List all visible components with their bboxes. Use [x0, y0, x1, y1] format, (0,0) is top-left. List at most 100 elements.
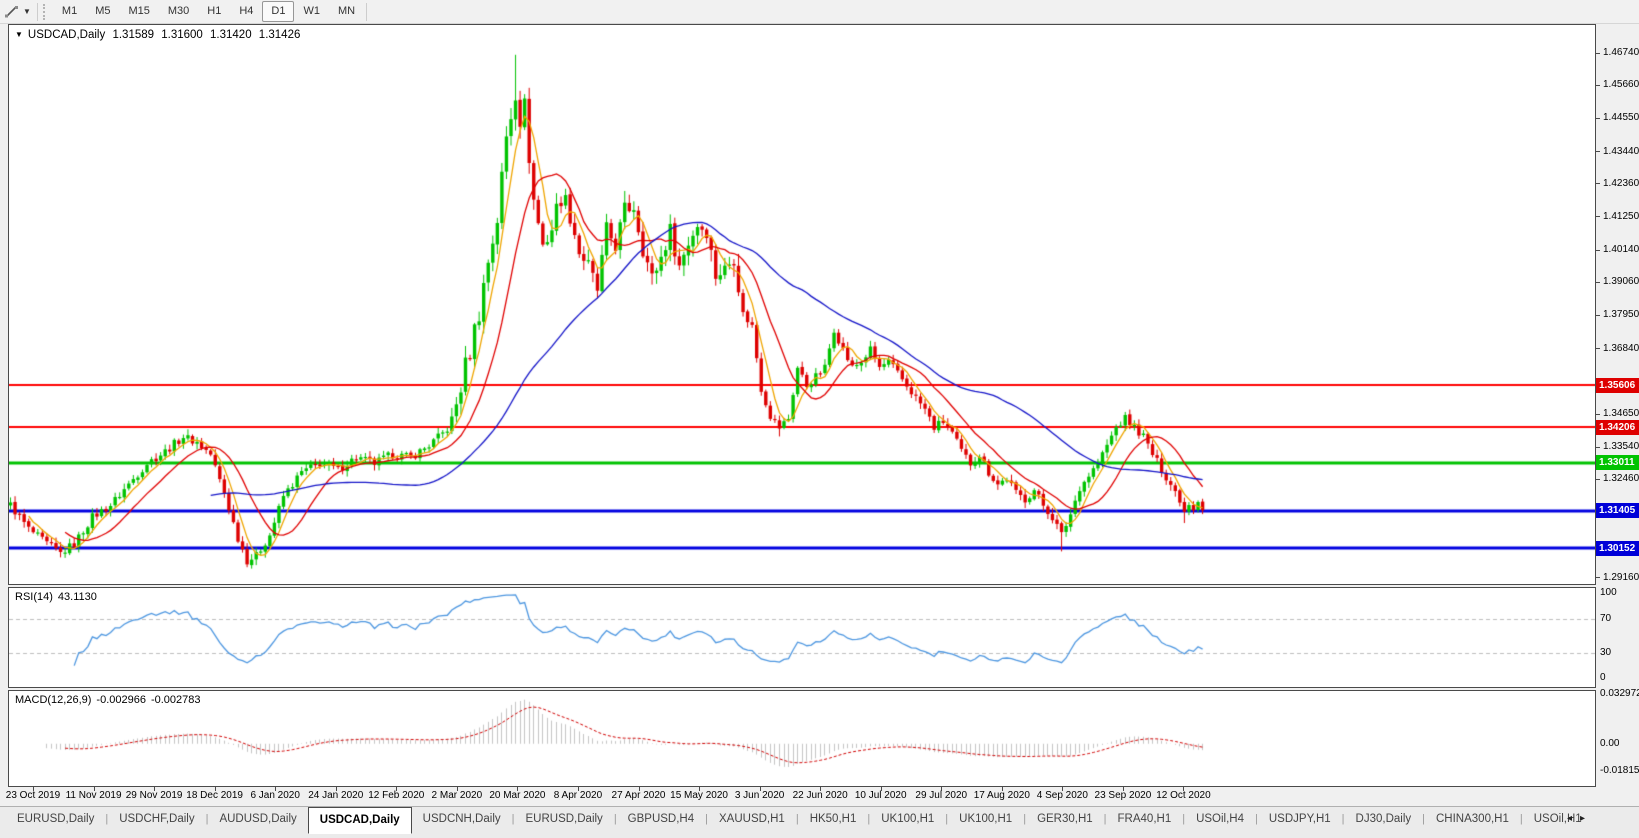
tab-ger30-h1-11[interactable]: GER30,H1	[1026, 807, 1104, 831]
timeframe-button-m5[interactable]: M5	[86, 1, 119, 22]
price-axis-label: 1.37950	[1603, 309, 1639, 320]
price-axis-tick	[1596, 250, 1600, 251]
tab-scroll-left-icon[interactable]: ◂	[1567, 813, 1580, 824]
chevron-down-icon: ▼	[23, 7, 31, 16]
tab-dj30-daily-15[interactable]: DJ30,Daily	[1345, 807, 1423, 831]
candlestick-chart-canvas[interactable]	[9, 25, 1595, 584]
price-axis-tick	[1596, 479, 1600, 480]
tab-hk50-h1-8[interactable]: HK50,H1	[799, 807, 868, 831]
time-axis-tick	[1062, 787, 1063, 791]
timeframe-button-m15[interactable]: M15	[119, 1, 158, 22]
timeframe-button-mn[interactable]: MN	[329, 1, 364, 22]
price-axis-tick	[1596, 183, 1600, 184]
price-line-badge: 1.35606	[1596, 378, 1639, 393]
time-axis-tick	[33, 787, 34, 791]
macd-signal-value: -0.002783	[151, 694, 201, 706]
price-axis-label: 1.40140	[1603, 244, 1639, 255]
time-axis-tick	[941, 787, 942, 791]
timeframe-button-m30[interactable]: M30	[159, 1, 198, 22]
price-axis-tick	[1596, 348, 1600, 349]
rsi-axis-label: 0	[1600, 672, 1606, 683]
time-axis-label: 24 Jan 2020	[308, 790, 363, 801]
price-axis-tick	[1596, 118, 1600, 119]
toolbar-separator	[37, 3, 38, 21]
tab-scroll-right-icon[interactable]: ▸	[1580, 813, 1593, 824]
price-axis-label: 1.42360	[1603, 178, 1639, 189]
tab-uk100-h1-10[interactable]: UK100,H1	[948, 807, 1023, 831]
toolbar-grip[interactable]	[43, 4, 48, 20]
rsi-chart-canvas[interactable]	[9, 588, 1595, 687]
price-axis-label: 1.39060	[1603, 276, 1639, 287]
chart-menu-triangle-icon[interactable]: ▼	[15, 30, 23, 39]
tab-usoil-h4-13[interactable]: USOil,H4	[1185, 807, 1255, 831]
time-axis-label: 8 Apr 2020	[554, 790, 602, 801]
price-chart-pane: ▼USDCAD,Daily 1.31589 1.31600 1.31420 1.…	[8, 24, 1596, 585]
price-axis-label: 1.34650	[1603, 408, 1639, 419]
price-axis-label: 1.44550	[1603, 112, 1639, 123]
tab-xauusd-h1-7[interactable]: XAUUSD,H1	[708, 807, 796, 831]
price-axis-label: 1.45660	[1603, 79, 1639, 90]
time-axis-label: 23 Sep 2020	[1095, 790, 1152, 801]
rsi-name: RSI(14)	[15, 591, 53, 603]
tab-eurusd-daily-0[interactable]: EURUSD,Daily	[6, 807, 105, 831]
price-line-badge: 1.30152	[1596, 541, 1639, 556]
time-axis-label: 2 Mar 2020	[432, 790, 483, 801]
macd-axis-label: 0.00	[1600, 738, 1619, 749]
macd-axis-label: -0.018154	[1600, 765, 1639, 776]
time-axis-tick	[457, 787, 458, 791]
price-axis-label: 1.36840	[1603, 343, 1639, 354]
chart-title: ▼USDCAD,Daily 1.31589 1.31600 1.31420 1.…	[15, 29, 304, 41]
price-axis-label: 1.33540	[1603, 441, 1639, 452]
time-axis-tick	[1183, 787, 1184, 791]
time-axis-label: 27 Apr 2020	[612, 790, 666, 801]
timeframe-button-d1[interactable]: D1	[262, 1, 294, 22]
price-line-badge: 1.33011	[1596, 455, 1639, 470]
time-axis-tick	[699, 787, 700, 791]
time-axis-label: 17 Aug 2020	[974, 790, 1030, 801]
tab-china300-h1-16[interactable]: CHINA300,H1	[1425, 807, 1520, 831]
price-axis-tick	[1596, 151, 1600, 152]
quote-open: 1.31589	[112, 29, 154, 41]
trading-terminal-window: ▼ M1M5M15M30H1H4D1W1MN ▼USDCAD,Daily 1.3…	[0, 0, 1639, 838]
tab-usdcnh-daily-4[interactable]: USDCNH,Daily	[412, 807, 512, 831]
time-axis-tick	[881, 787, 882, 791]
quote-high: 1.31600	[161, 29, 203, 41]
macd-axis-label: 0.032972	[1600, 688, 1639, 699]
timeframe-button-h4[interactable]: H4	[230, 1, 262, 22]
tab-eurusd-daily-5[interactable]: EURUSD,Daily	[514, 807, 613, 831]
quote-low: 1.31420	[210, 29, 252, 41]
rsi-value: 43.1130	[58, 591, 97, 603]
price-axis-tick	[1596, 85, 1600, 86]
macd-indicator-pane: MACD(12,26,9)-0.002966-0.002783	[8, 690, 1596, 787]
tab-uk100-h1-9[interactable]: UK100,H1	[870, 807, 945, 831]
timeframe-button-m1[interactable]: M1	[53, 1, 86, 22]
price-axis-label: 1.29160	[1603, 572, 1639, 583]
time-axis-tick	[215, 787, 216, 791]
time-axis-label: 15 May 2020	[670, 790, 728, 801]
toolbar-separator	[366, 3, 367, 21]
price-axis-tick	[1596, 53, 1600, 54]
macd-main-value: -0.002966	[96, 694, 146, 706]
tab-gbpusd-h4-6[interactable]: GBPUSD,H4	[617, 807, 705, 831]
price-axis-label: 1.43440	[1603, 146, 1639, 157]
time-axis-tick	[275, 787, 276, 791]
tab-usdchf-daily-1[interactable]: USDCHF,Daily	[108, 807, 205, 831]
time-axis-tick	[94, 787, 95, 791]
time-axis-label: 12 Feb 2020	[368, 790, 424, 801]
line-draw-tool-icon	[4, 5, 20, 19]
time-axis-tick	[820, 787, 821, 791]
tab-usdjpy-h1-14[interactable]: USDJPY,H1	[1258, 807, 1342, 831]
rsi-indicator-pane: RSI(14) 43.1130	[8, 587, 1596, 688]
tab-fra40-h1-12[interactable]: FRA40,H1	[1107, 807, 1183, 831]
tab-audusd-daily-2[interactable]: AUDUSD,Daily	[208, 807, 307, 831]
timeframe-button-w1[interactable]: W1	[294, 1, 329, 22]
time-axis-tick	[154, 787, 155, 791]
time-axis-label: 20 Mar 2020	[489, 790, 545, 801]
price-axis-label: 1.46740	[1603, 47, 1639, 58]
price-axis-tick	[1596, 577, 1600, 578]
tab-usdcad-daily-3[interactable]: USDCAD,Daily	[308, 807, 412, 834]
macd-chart-canvas[interactable]	[9, 691, 1595, 786]
timeframe-button-h1[interactable]: H1	[198, 1, 230, 22]
line-draw-tool-button[interactable]: ▼	[0, 1, 35, 23]
timeframe-toolbar: ▼ M1M5M15M30H1H4D1W1MN	[0, 0, 1639, 24]
